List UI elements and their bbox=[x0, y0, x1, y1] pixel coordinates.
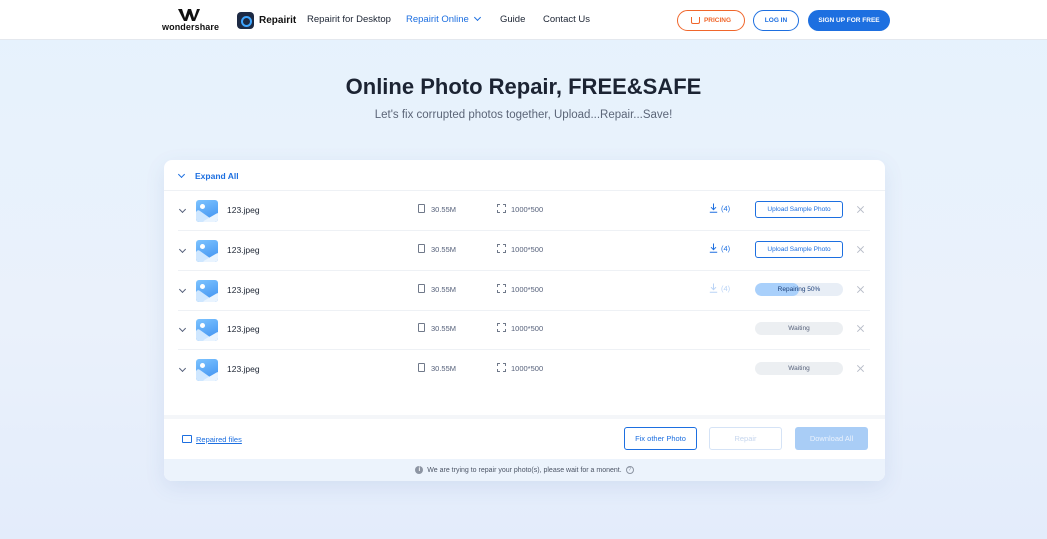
file-name: 123.jpeg bbox=[227, 364, 260, 374]
help-icon[interactable]: ? bbox=[625, 466, 634, 474]
file-dimensions: 1000*500 bbox=[511, 245, 544, 254]
chevron-down-icon[interactable] bbox=[178, 245, 187, 254]
dimensions-icon bbox=[497, 244, 506, 253]
download-icon bbox=[709, 243, 718, 253]
file-icon bbox=[418, 204, 425, 213]
close-icon[interactable] bbox=[856, 205, 865, 214]
nav-repairit-online-label: Repairit Online bbox=[406, 14, 469, 25]
file-size: 30.55M bbox=[431, 364, 457, 373]
file-name: 123.jpeg bbox=[227, 324, 260, 334]
close-icon[interactable] bbox=[856, 245, 865, 254]
file-icon bbox=[418, 363, 425, 372]
file-dimensions: 1000*500 bbox=[511, 364, 544, 373]
wondershare-mark-icon bbox=[178, 9, 200, 21]
top-navigation: wondershare Repairit Repairit for Deskto… bbox=[0, 0, 1047, 40]
waiting-status: Waiting bbox=[755, 362, 843, 375]
download-icon bbox=[709, 283, 718, 293]
repairit-icon bbox=[237, 11, 254, 29]
chevron-down-icon[interactable] bbox=[178, 324, 187, 333]
file-name: 123.jpeg bbox=[227, 285, 260, 295]
repair-progress-bar: Repairing 50% bbox=[755, 283, 843, 296]
download-icon bbox=[709, 203, 718, 213]
file-row: 123.jpeg 30.55M 1000*500 (4) Upload Samp… bbox=[164, 191, 885, 231]
expand-all-label: Expand All bbox=[195, 171, 239, 181]
nav-repairit-online[interactable]: Repairit Online bbox=[406, 13, 481, 25]
download-link[interactable]: (4) bbox=[709, 242, 730, 254]
repair-button[interactable]: Repair bbox=[709, 427, 782, 450]
chevron-down-icon bbox=[177, 170, 186, 178]
file-row: 123.jpeg 30.55M 1000*500 (4) Upload Samp… bbox=[164, 231, 885, 271]
notice-text: We are trying to repair your photo(s), p… bbox=[427, 466, 622, 474]
file-icon bbox=[418, 284, 425, 293]
image-thumbnail-icon bbox=[196, 319, 218, 341]
download-count: (4) bbox=[721, 243, 731, 253]
file-size: 30.55M bbox=[431, 205, 457, 214]
repairit-wordmark: Repairit bbox=[259, 14, 297, 26]
info-icon: i bbox=[415, 466, 424, 474]
image-thumbnail-icon bbox=[196, 200, 218, 222]
download-link[interactable]: (4) bbox=[709, 202, 730, 214]
chevron-down-icon[interactable] bbox=[178, 205, 187, 214]
fix-other-photo-button[interactable]: Fix other Photo bbox=[624, 427, 697, 450]
image-thumbnail-icon bbox=[196, 280, 218, 302]
file-row: 123.jpeg 30.55M 1000*500 Waiting bbox=[164, 350, 885, 390]
close-icon[interactable] bbox=[856, 324, 865, 333]
dimensions-icon bbox=[497, 363, 506, 372]
cart-icon bbox=[690, 17, 700, 24]
dimensions-icon bbox=[497, 204, 506, 213]
image-thumbnail-icon bbox=[196, 240, 218, 262]
pricing-button[interactable]: PRICING bbox=[677, 10, 745, 31]
status-notice: i We are trying to repair your photo(s),… bbox=[164, 459, 885, 481]
file-dimensions: 1000*500 bbox=[511, 205, 544, 214]
file-icon bbox=[418, 244, 425, 253]
wondershare-logo[interactable]: wondershare bbox=[162, 9, 219, 33]
pricing-label: PRICING bbox=[703, 17, 732, 24]
file-name: 123.jpeg bbox=[227, 205, 260, 215]
repaired-files-link[interactable]: Repaired files bbox=[182, 433, 242, 445]
file-size: 30.55M bbox=[431, 285, 457, 294]
page-subtitle: Let's fix corrupted photos together, Upl… bbox=[374, 109, 673, 121]
dimensions-icon bbox=[497, 284, 506, 293]
wondershare-wordmark: wondershare bbox=[162, 22, 220, 32]
image-thumbnail-icon bbox=[196, 359, 218, 381]
signup-button[interactable]: SIGN UP FOR FREE bbox=[808, 10, 890, 31]
file-row: 123.jpeg 30.55M 1000*500 Waiting bbox=[164, 310, 885, 350]
folder-icon bbox=[182, 435, 192, 443]
nav-guide[interactable]: Guide bbox=[500, 14, 525, 25]
page-title: Online Photo Repair, FREE&SAFE bbox=[345, 74, 702, 99]
dimensions-icon bbox=[497, 323, 506, 332]
chevron-down-icon[interactable] bbox=[178, 285, 187, 294]
file-icon bbox=[418, 323, 425, 332]
expand-all-toggle[interactable]: Expand All bbox=[177, 170, 239, 182]
chevron-down-icon bbox=[473, 13, 481, 22]
file-size: 30.55M bbox=[431, 245, 457, 254]
progress-label: Repairing 50% bbox=[777, 286, 821, 293]
login-button[interactable]: LOG IN bbox=[753, 10, 799, 31]
close-icon[interactable] bbox=[856, 285, 865, 294]
nav-repairit-desktop[interactable]: Repairit for Desktop bbox=[307, 14, 391, 25]
nav-contact-us[interactable]: Contact Us bbox=[543, 14, 590, 25]
repairit-logo[interactable]: Repairit bbox=[237, 11, 296, 29]
upload-sample-button[interactable]: Upload Sample Photo bbox=[755, 241, 843, 258]
chevron-down-icon[interactable] bbox=[178, 364, 187, 373]
repair-panel: Expand All 123.jpeg 30.55M 1000*500 (4) … bbox=[164, 160, 885, 481]
waiting-status: Waiting bbox=[755, 322, 843, 335]
download-all-button[interactable]: Download All bbox=[795, 427, 868, 450]
file-dimensions: 1000*500 bbox=[511, 324, 544, 333]
download-count: (4) bbox=[721, 203, 731, 213]
file-size: 30.55M bbox=[431, 324, 457, 333]
file-dimensions: 1000*500 bbox=[511, 285, 544, 294]
close-icon[interactable] bbox=[856, 364, 865, 373]
download-count: (4) bbox=[721, 283, 731, 293]
upload-sample-button[interactable]: Upload Sample Photo bbox=[755, 201, 843, 218]
repaired-files-label: Repaired files bbox=[196, 434, 242, 444]
download-link: (4) bbox=[709, 282, 730, 294]
file-name: 123.jpeg bbox=[227, 245, 260, 255]
file-row: 123.jpeg 30.55M 1000*500 (4) Repairing 5… bbox=[164, 271, 885, 311]
